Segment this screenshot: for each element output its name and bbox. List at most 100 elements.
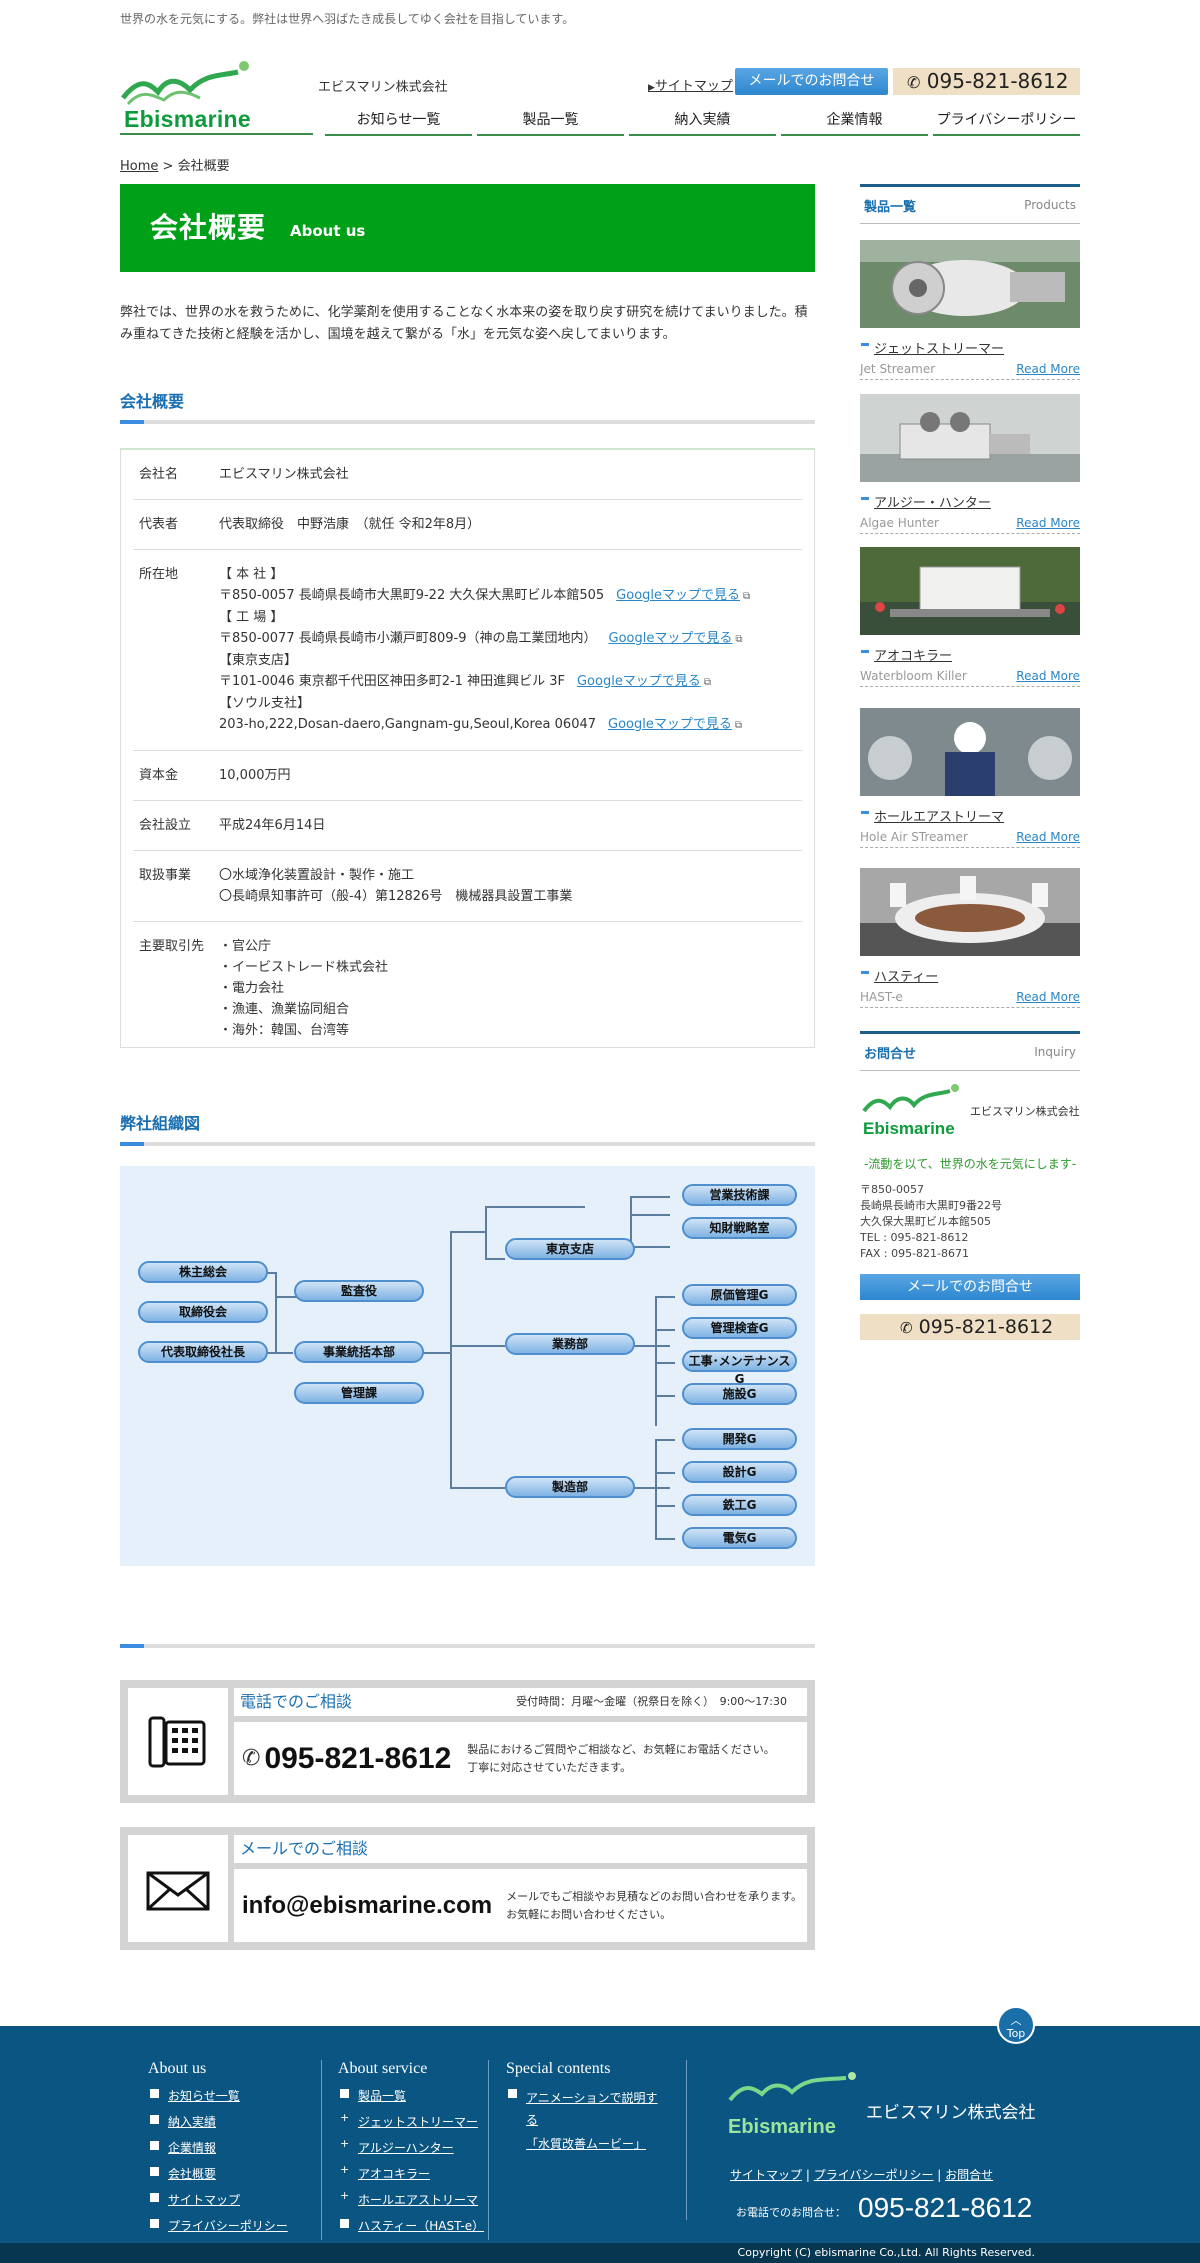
section-divider [120,1142,815,1146]
nav-products[interactable]: 製品一覧 [477,104,624,136]
nav-privacy[interactable]: プライバシーポリシー [933,104,1080,136]
nav-delivery[interactable]: 納入実績 [629,104,776,136]
footer-link[interactable]: ハスティー（HAST-e） [338,2217,484,2234]
breadcrumb-home[interactable]: Home [120,159,158,174]
footer-link[interactable]: ホールエアストリーマ [338,2189,484,2208]
footer-link[interactable]: 会社概要 [148,2165,288,2182]
footer-link[interactable]: プライバシーポリシー [148,2217,288,2234]
read-more-link[interactable]: Read More [1016,830,1080,844]
external-link-icon: ⧉ [734,720,742,731]
client-item: ・漁連、漁業協同組合 [219,1002,350,1017]
row-capital: 資本金 10,000万円 [133,751,802,801]
footer-inquiry-link[interactable]: お問合せ [945,2168,993,2182]
phone-icon: ✆ [242,1746,261,1771]
product-name[interactable]: ジェットストリーマー [860,338,1080,357]
header-phone: ✆ 095-821-8612 [893,68,1080,95]
footer-link[interactable]: アニメーションで説明する [506,2087,661,2131]
product-card[interactable]: ホールエアストリーマ Hole Air STreamer Read More [860,708,1080,848]
back-to-top-button[interactable]: ︿ Top [997,2006,1035,2044]
site-footer: ︿ Top About us お知らせ一覧 納入実績 企業情報 会社概要 サイトマ… [0,2006,1200,2243]
read-more-link[interactable]: Read More [1016,362,1080,376]
footer-link[interactable]: 製品一覧 [338,2087,484,2104]
header-company-name: エビスマリン株式会社 [318,80,448,95]
product-image[interactable] [860,547,1080,635]
read-more-link[interactable]: Read More [1016,990,1080,1004]
telephone-icon [128,1688,228,1795]
read-more-link[interactable]: Read More [1016,669,1080,683]
org-node-inspection: 管理検査G [682,1317,797,1339]
org-node-electric: 電気G [682,1527,797,1549]
product-card[interactable]: ジェットストリーマー Jet Streamer Read More [860,240,1080,380]
product-name[interactable]: ハスティー [860,966,1080,985]
org-node-steel: 鉄工G [682,1494,797,1516]
footer-logo[interactable] [728,2070,858,2110]
sidebar-mail-button[interactable]: メールでのお問合せ [860,1274,1080,1300]
org-node-business: 業務部 [505,1333,635,1355]
global-nav: お知らせ一覧 製品一覧 納入実績 企業情報 プライバシーポリシー [325,104,1080,136]
site-tagline: 世界の水を元気にする。弊社は世界へ羽ばたき成長してゆく会社を目指しています。 [120,12,575,26]
footer-special: Special contents アニメーションで説明する 「水質改善ムービー」 [506,2060,661,2152]
map-link-tokyo[interactable]: Googleマップで見る [577,674,701,689]
row-founded: 会社設立 平成24年6月14日 [133,801,802,851]
external-link-icon: ⧉ [703,677,711,688]
breadcrumb: Home > 会社概要 [120,159,230,174]
overview-table: 会社名 エビスマリン株式会社 代表者 代表取締役 中野浩康 （就任 令和2年8月） … [120,448,815,1048]
map-link-factory[interactable]: Googleマップで見る [609,631,733,646]
map-link-hq[interactable]: Googleマップで見る [616,588,740,603]
footer-privacy-link[interactable]: プライバシーポリシー [814,2168,934,2182]
org-node-auditor: 監査役 [294,1280,424,1302]
org-node-facilities: 施設G [682,1383,797,1405]
org-node-design: 設計G [682,1461,797,1483]
sidebar-slogan: -流動を以て、世界の水を元気にします- [864,1157,1077,1171]
org-node-hq-dept: 事業統括本部 [294,1341,424,1363]
nav-company[interactable]: 企業情報 [781,104,928,136]
header-mail-button[interactable]: メールでのお問合せ [735,68,888,95]
mail-contact-title: メールでのご相談 [240,1839,369,1858]
phone-icon: ✆ [900,1319,913,1337]
org-node-tokyo: 東京支店 [505,1238,635,1260]
footer-link[interactable]: お知らせ一覧 [148,2087,288,2104]
client-item: ・電力会社 [219,981,285,996]
breadcrumb-current: 会社概要 [177,159,230,174]
external-link-icon: ⧉ [743,591,751,602]
read-more-link[interactable]: Read More [1016,516,1080,530]
footer-company-name: エビスマリン株式会社 [866,2103,1036,2123]
footer-sitemap-link[interactable]: サイトマップ [730,2168,802,2182]
footer-link[interactable]: アルジーハンター [338,2137,484,2156]
product-name[interactable]: アルジー・ハンター [860,492,1080,511]
nav-news[interactable]: お知らせ一覧 [325,104,472,136]
product-image[interactable] [860,868,1080,956]
contact-phone-number[interactable]: 095-821-8612 [264,1742,451,1776]
org-node-board: 取締役会 [138,1301,268,1323]
row-company-name: 会社名 エビスマリン株式会社 [133,450,802,500]
page-subtitle: About us [290,222,366,240]
footer-link[interactable]: 納入実績 [148,2113,288,2130]
client-item: ・官公庁 [219,939,272,954]
row-clients: 主要取引先 ・官公庁 ・イービストレード株式会社 ・電力会社 ・漁連、漁業協同組… [133,922,802,1055]
sidebar-products-heading: 製品一覧 Products [860,184,1080,224]
phone-icon: ✆ [907,73,921,92]
contact-email[interactable]: info@ebismarine.com [242,1892,492,1920]
product-card[interactable]: アルジー・ハンター Algae Hunter Read More [860,394,1080,534]
map-link-seoul[interactable]: Googleマップで見る [608,717,732,732]
product-name[interactable]: アオコキラー [860,645,1080,664]
product-name[interactable]: ホールエアストリーマ [860,806,1080,825]
product-card[interactable]: ハスティー HAST-e Read More [860,868,1080,1008]
footer-link[interactable]: アオコキラー [338,2163,484,2182]
product-image[interactable] [860,708,1080,796]
footer-link[interactable]: ジェットストリーマー [338,2111,484,2130]
product-image[interactable] [860,394,1080,482]
product-image[interactable] [860,240,1080,328]
sitemap-link[interactable]: ▶サイトマップ [648,75,733,94]
page-hero: 会社概要 About us [120,184,815,272]
sidebar-company-name: エビスマリン株式会社 [970,1105,1080,1118]
footer-link[interactable]: 企業情報 [148,2139,288,2156]
product-card[interactable]: アオコキラー Waterbloom Killer Read More [860,547,1080,687]
footer-link[interactable]: サイトマップ [148,2191,288,2208]
footer-link[interactable]: 「水質改善ムービー」 [506,2135,661,2152]
page-title: 会社概要 [150,211,267,244]
footer-phone-number[interactable]: 095-821-8612 [858,2192,1032,2224]
client-item: ・イービストレード株式会社 [219,960,389,975]
org-heading: 弊社組織図 [120,1110,815,1146]
triangle-icon: ▶ [648,83,655,93]
